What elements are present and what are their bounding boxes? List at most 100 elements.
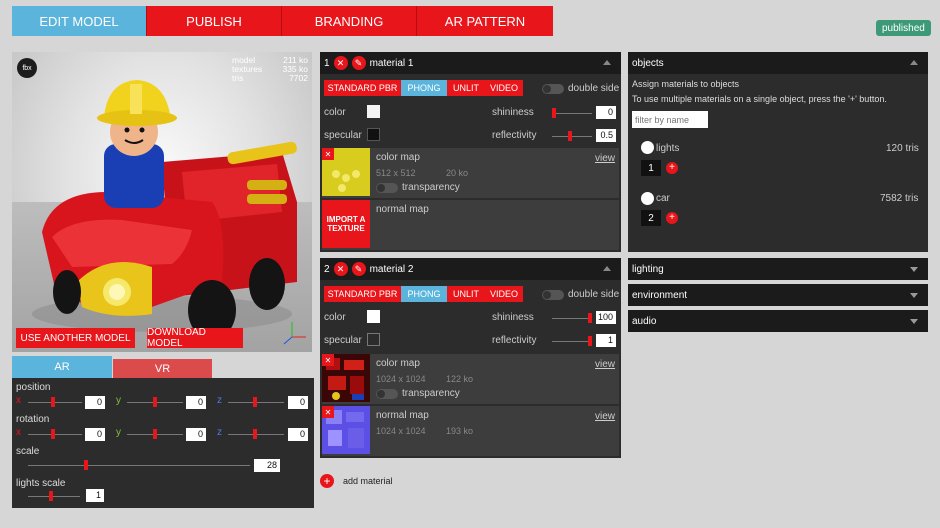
environment-section[interactable]: environment <box>628 284 928 306</box>
reflectivity-input[interactable]: 0.5 <box>596 129 616 142</box>
object-material-index[interactable]: 2 <box>641 210 661 226</box>
double-side-toggle[interactable] <box>542 290 564 300</box>
view-link[interactable]: view <box>595 411 615 422</box>
reflectivity-track[interactable] <box>552 136 592 137</box>
objects-title: objects <box>632 57 664 69</box>
delete-material-icon[interactable]: ✕ <box>333 262 348 276</box>
shininess-track[interactable] <box>552 113 592 114</box>
tab-vr[interactable]: VR <box>113 359 212 378</box>
model-stats: model 211 ko textures 335 ko tris 7702 <box>232 56 308 83</box>
tab-branding[interactable]: BRANDING <box>282 6 417 36</box>
shader-tab-video[interactable]: VIDEO <box>485 286 523 302</box>
lighting-section[interactable]: lighting <box>628 258 928 280</box>
position-x-slider[interactable] <box>51 397 55 407</box>
object-material-index[interactable]: 1 <box>641 160 661 176</box>
position-y-slider[interactable] <box>153 397 157 407</box>
shininess-slider[interactable] <box>588 313 592 323</box>
view-link[interactable]: view <box>595 359 615 370</box>
model-viewer[interactable]: fbx model 211 ko textures 335 ko tris 7702 … <box>12 52 312 352</box>
position-z-input[interactable]: 0 <box>288 396 308 409</box>
shininess-slider[interactable] <box>552 108 556 118</box>
scale-input[interactable]: 28 <box>254 459 280 472</box>
shader-tab-phong[interactable]: PHONG <box>401 286 447 302</box>
rotation-x-input[interactable]: 0 <box>85 428 105 441</box>
position-y-input[interactable]: 0 <box>186 396 206 409</box>
remove-texture-icon[interactable]: ✕ <box>322 406 334 418</box>
rotation-label: rotation <box>16 414 50 425</box>
shininess-input[interactable]: 0 <box>596 106 616 119</box>
audio-label: audio <box>632 315 657 327</box>
material-header[interactable]: 2 ✕ ✎ material 2 <box>320 258 621 280</box>
reflectivity-track[interactable] <box>552 341 592 342</box>
add-material-to-object-icon[interactable]: + <box>666 212 678 224</box>
color-swatch[interactable] <box>367 310 380 323</box>
rotation-x-track[interactable] <box>28 434 82 435</box>
lights-scale-track[interactable] <box>28 496 80 497</box>
double-side-toggle[interactable] <box>542 84 564 94</box>
transparency-toggle[interactable] <box>376 389 398 399</box>
filter-input[interactable] <box>632 111 708 128</box>
collapse-icon[interactable] <box>910 60 918 65</box>
object-radio[interactable] <box>641 192 654 205</box>
specular-swatch[interactable] <box>367 128 380 141</box>
reflectivity-slider[interactable] <box>568 131 572 141</box>
reflectivity-slider[interactable] <box>588 336 592 346</box>
objects-header[interactable]: objects <box>628 52 928 74</box>
reflectivity-input[interactable]: 1 <box>596 334 616 347</box>
material-index: 1 <box>324 57 330 69</box>
shininess-track[interactable] <box>552 318 592 319</box>
transparency-label: transparency <box>402 388 460 399</box>
import-texture-button[interactable]: IMPORT A TEXTURE <box>322 200 370 248</box>
rotation-y-slider[interactable] <box>153 429 157 439</box>
color-map-thumbnail[interactable]: ✕ <box>322 354 370 402</box>
collapse-icon[interactable] <box>603 266 611 271</box>
delete-material-icon[interactable]: ✕ <box>333 56 348 70</box>
normal-map-thumbnail[interactable]: ✕ <box>322 406 370 454</box>
use-another-model-button[interactable]: USE ANOTHER MODEL <box>16 328 135 348</box>
add-material-to-object-icon[interactable]: + <box>666 162 678 174</box>
object-radio[interactable] <box>641 141 654 154</box>
tab-edit-model[interactable]: EDIT MODEL <box>12 6 147 36</box>
lights-scale-slider[interactable] <box>49 491 53 501</box>
rotation-x-slider[interactable] <box>51 429 55 439</box>
shader-tab-phong[interactable]: PHONG <box>401 80 447 96</box>
shader-tab-video[interactable]: VIDEO <box>485 80 523 96</box>
remove-texture-icon[interactable]: ✕ <box>322 148 334 160</box>
expand-icon[interactable] <box>910 267 918 272</box>
color-map-thumbnail[interactable]: ✕ <box>322 148 370 196</box>
expand-icon[interactable] <box>910 319 918 324</box>
rotation-z-input[interactable]: 0 <box>288 428 308 441</box>
scale-slider[interactable] <box>84 460 88 470</box>
shader-tab-unlit[interactable]: UNLIT <box>447 80 485 96</box>
tab-ar[interactable]: AR <box>12 356 112 378</box>
shader-tab-standard-pbr[interactable]: STANDARD PBR <box>324 80 401 96</box>
specular-swatch[interactable] <box>367 333 380 346</box>
position-x-track[interactable] <box>28 402 82 403</box>
remove-texture-icon[interactable]: ✕ <box>322 354 334 366</box>
edit-material-icon[interactable]: ✎ <box>351 262 366 276</box>
rotation-z-slider[interactable] <box>253 429 257 439</box>
lights-scale-input[interactable]: 1 <box>86 489 104 502</box>
edit-material-icon[interactable]: ✎ <box>351 56 366 70</box>
audio-section[interactable]: audio <box>628 310 928 332</box>
position-z-slider[interactable] <box>253 397 257 407</box>
shader-tab-unlit[interactable]: UNLIT <box>447 286 485 302</box>
scale-label: scale <box>16 446 40 457</box>
expand-icon[interactable] <box>910 293 918 298</box>
view-link[interactable]: view <box>595 153 615 164</box>
add-material-link[interactable]: add material <box>343 476 393 486</box>
rotation-y-input[interactable]: 0 <box>186 428 206 441</box>
collapse-icon[interactable] <box>603 60 611 65</box>
position-x-input[interactable]: 0 <box>85 396 105 409</box>
scale-track[interactable] <box>28 465 250 466</box>
transparency-toggle[interactable] <box>376 183 398 193</box>
material-header[interactable]: 1 ✕ ✎ material 1 <box>320 52 621 74</box>
shader-tab-standard-pbr[interactable]: STANDARD PBR <box>324 286 401 302</box>
texture-size: 20 ko <box>446 168 469 178</box>
shininess-input[interactable]: 100 <box>596 311 616 324</box>
download-model-button[interactable]: DOWNLOAD MODEL <box>147 327 243 349</box>
tab-ar-pattern[interactable]: AR PATTERN <box>417 6 553 36</box>
tab-publish[interactable]: PUBLISH <box>147 6 282 36</box>
color-swatch[interactable] <box>367 105 380 118</box>
add-material-icon[interactable]: + <box>320 474 334 488</box>
